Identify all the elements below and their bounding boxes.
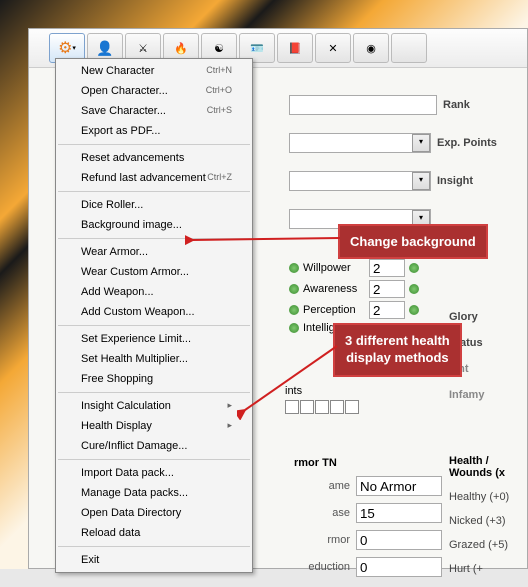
glory-label: Glory [449, 311, 484, 323]
armor-name-input[interactable] [356, 476, 442, 496]
menu-item[interactable]: Add Custom Weapon... [56, 302, 252, 322]
menu-item[interactable]: Reset advancements [56, 148, 252, 168]
menu-item[interactable]: Manage Data packs... [56, 483, 252, 503]
menu-item[interactable]: Exit [56, 550, 252, 570]
callout-health: 3 different healthdisplay methods [333, 323, 462, 377]
menu-item[interactable]: New CharacterCtrl+N [56, 61, 252, 81]
menu-item[interactable]: Add Weapon... [56, 282, 252, 302]
menu-item[interactable]: Open Data Directory [56, 503, 252, 523]
armor-header: rmor TN [294, 457, 442, 469]
menu-item[interactable]: Dice Roller... [56, 195, 252, 215]
blank-icon[interactable] [391, 33, 427, 63]
menu-item[interactable]: Set Experience Limit... [56, 329, 252, 349]
armor-label: rmor [294, 534, 350, 546]
willpower-input[interactable] [369, 259, 405, 277]
health-item: Nicked (+3) [449, 515, 527, 527]
health-header: Health / Wounds (x [449, 455, 527, 479]
cross-icon[interactable]: ✕ [315, 33, 351, 63]
dot-icon [409, 305, 419, 315]
armor-input[interactable] [356, 530, 442, 550]
dot-icon [289, 323, 299, 333]
menu-item[interactable]: Health Display▸ [56, 416, 252, 436]
menu-item[interactable]: Open Character...Ctrl+O [56, 81, 252, 101]
callout-bg: Change background [338, 224, 488, 259]
health-section: Health / Wounds (x Healthy (+0) Nicked (… [449, 455, 527, 587]
base-input[interactable] [356, 503, 442, 523]
stat-label: Perception [303, 304, 365, 316]
menu-item[interactable]: Save Character...Ctrl+S [56, 101, 252, 121]
insight-dropdown[interactable]: ▾ [289, 171, 431, 191]
infamy-label: Infamy [449, 389, 484, 401]
menu-item[interactable]: Reload data [56, 523, 252, 543]
menu-item[interactable]: Insight Calculation▸ [56, 396, 252, 416]
rank-field[interactable] [289, 95, 437, 115]
menu-item[interactable]: Wear Custom Armor... [56, 262, 252, 282]
insight-label: Insight [437, 175, 473, 187]
base-label: ase [294, 507, 350, 519]
awareness-input[interactable] [369, 280, 405, 298]
dot-icon [409, 263, 419, 273]
exp-dropdown[interactable]: ▾ [289, 133, 431, 153]
health-item: Hurt (+ [449, 563, 527, 575]
reduction-label: eduction [294, 561, 350, 573]
menu-item[interactable]: Set Health Multiplier... [56, 349, 252, 369]
disc-icon[interactable]: ◉ [353, 33, 389, 63]
armor-name-label: ame [294, 480, 350, 492]
menu-item[interactable]: Export as PDF... [56, 121, 252, 141]
menu-item[interactable]: Import Data pack... [56, 463, 252, 483]
main-menu: New CharacterCtrl+NOpen Character...Ctrl… [55, 58, 253, 573]
dot-icon [409, 284, 419, 294]
ribbon-icon[interactable]: 📕 [277, 33, 313, 63]
health-item: Healthy (+0) [449, 491, 527, 503]
health-item: Grazed (+5) [449, 539, 527, 551]
reduction-input[interactable] [356, 557, 442, 577]
dot-icon [289, 284, 299, 294]
dot-icon [289, 263, 299, 273]
stat-label: Willpower [303, 262, 365, 274]
menu-item[interactable]: Refund last advancementCtrl+Z [56, 168, 252, 188]
armor-section: rmor TN ame ase rmor eduction [294, 457, 442, 584]
stat-label: Awareness [303, 283, 365, 295]
menu-item[interactable]: Cure/Inflict Damage... [56, 436, 252, 456]
exp-label: Exp. Points [437, 137, 497, 149]
perception-input[interactable] [369, 301, 405, 319]
menu-item[interactable]: Free Shopping [56, 369, 252, 389]
rank-label: Rank [443, 99, 470, 111]
dot-icon [289, 305, 299, 315]
